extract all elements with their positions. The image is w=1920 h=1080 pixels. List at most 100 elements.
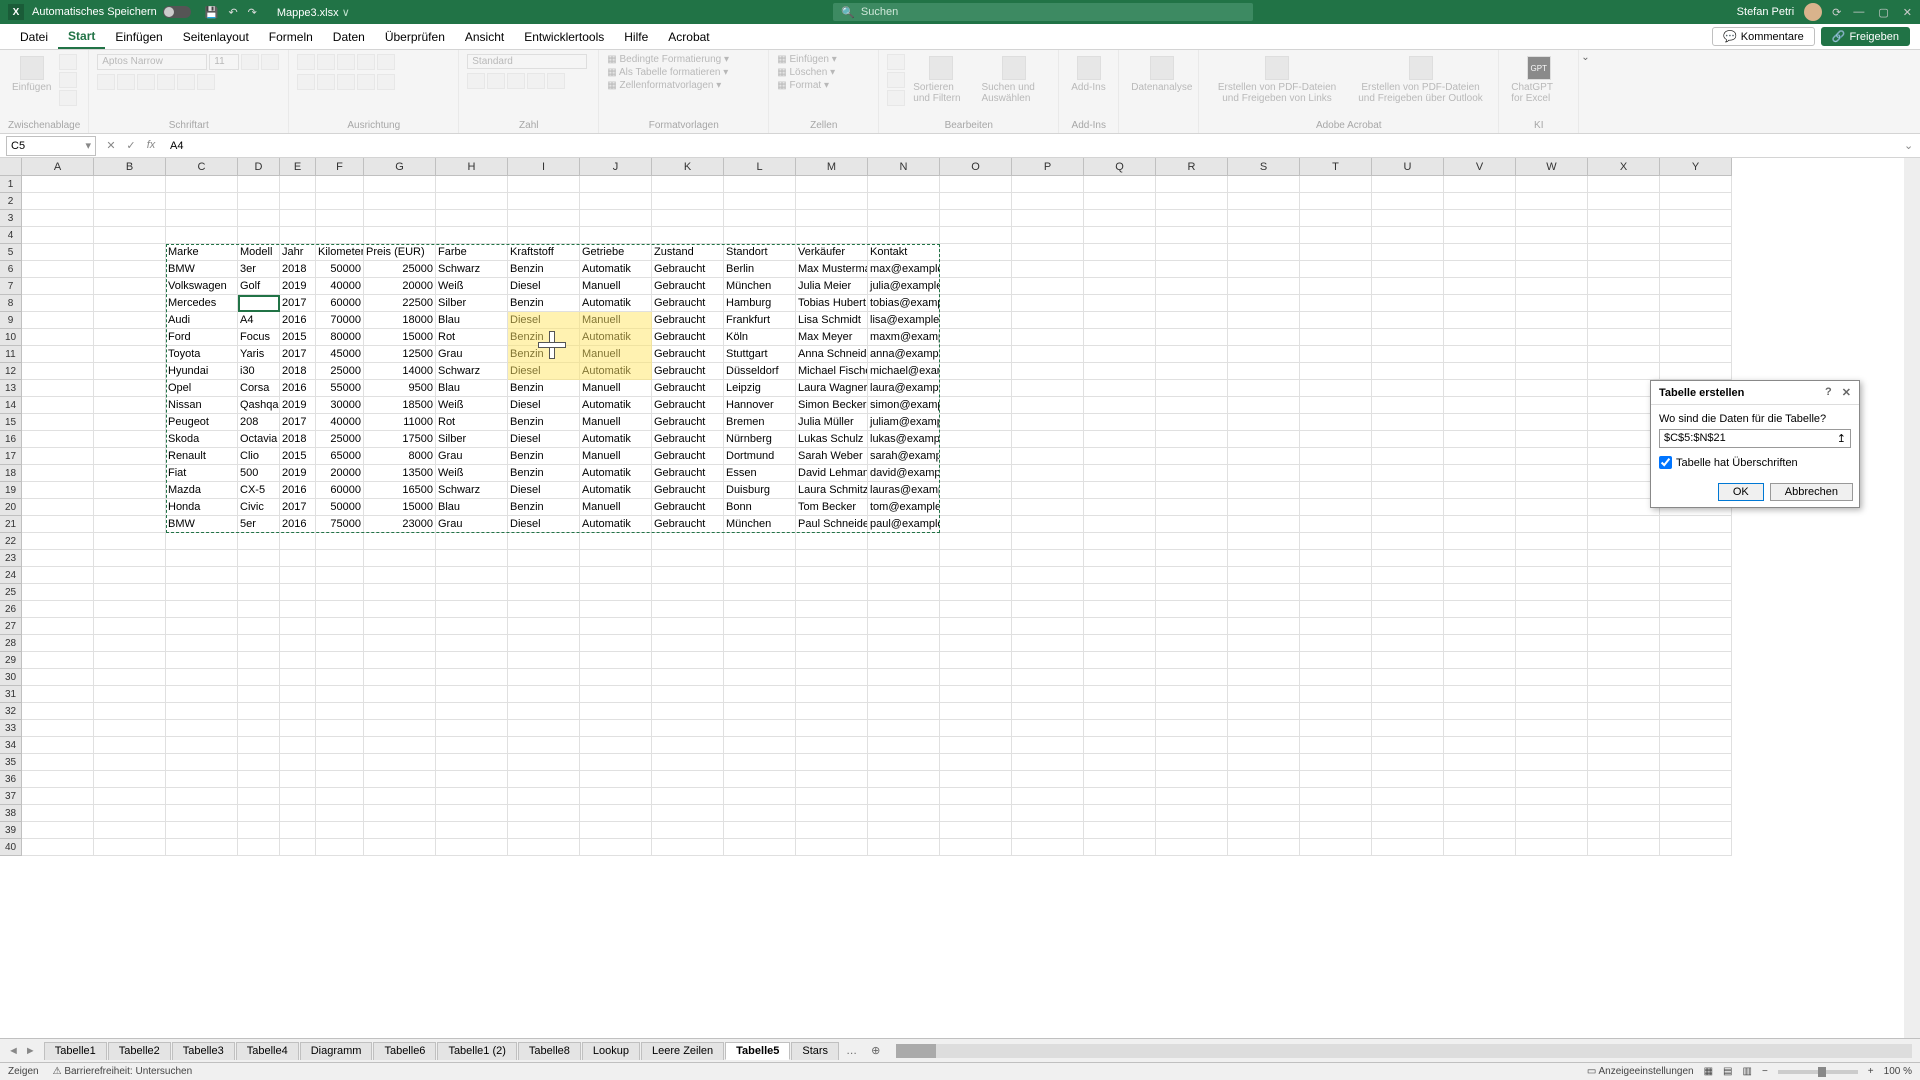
- ok-button[interactable]: OK: [1718, 483, 1764, 501]
- view-break-icon[interactable]: ▥: [1743, 1066, 1752, 1077]
- view-normal-icon[interactable]: ▦: [1704, 1066, 1713, 1077]
- pdf-outlook-button[interactable]: Erstellen von PDF-Dateien und Freigeben …: [1351, 54, 1491, 106]
- format-cells-button[interactable]: ▦ Format ▾: [777, 80, 829, 91]
- autosum-icon[interactable]: [887, 54, 905, 70]
- column-headers[interactable]: ABCDEFGHIJKLMNOPQRSTUVWXY: [22, 158, 1732, 176]
- row-header-8[interactable]: 8: [0, 295, 21, 312]
- sheet-nav-prev-icon[interactable]: ◄: [8, 1045, 19, 1057]
- fill-color-icon[interactable]: [177, 74, 195, 90]
- sheet-tab-leere-zeilen[interactable]: Leere Zeilen: [641, 1042, 724, 1060]
- ribbon-tab-formeln[interactable]: Formeln: [259, 24, 323, 49]
- dialog-titlebar[interactable]: Tabelle erstellen ? ✕: [1651, 381, 1859, 405]
- expand-formula-icon[interactable]: ⌄: [1904, 139, 1920, 152]
- headers-checkbox-input[interactable]: [1659, 456, 1672, 469]
- share-button[interactable]: 🔗 Freigeben: [1821, 27, 1910, 46]
- horizontal-scrollbar[interactable]: [896, 1044, 1912, 1058]
- row-header-3[interactable]: 3: [0, 210, 21, 227]
- clear-icon[interactable]: [887, 90, 905, 106]
- row-header-39[interactable]: 39: [0, 822, 21, 839]
- save-icon[interactable]: 💾: [205, 6, 219, 19]
- col-header-W[interactable]: W: [1516, 158, 1588, 175]
- conditional-formatting-button[interactable]: ▦ Bedingte Formatierung ▾: [607, 54, 729, 65]
- autosave-toggle[interactable]: Automatisches Speichern: [32, 6, 191, 18]
- row-header-30[interactable]: 30: [0, 669, 21, 686]
- font-size-select[interactable]: 11: [209, 54, 239, 70]
- row-header-35[interactable]: 35: [0, 754, 21, 771]
- col-header-X[interactable]: X: [1588, 158, 1660, 175]
- row-header-20[interactable]: 20: [0, 499, 21, 516]
- enter-formula-icon[interactable]: ✓: [124, 139, 138, 152]
- zoom-slider[interactable]: [1778, 1070, 1858, 1074]
- formula-input[interactable]: A4: [166, 140, 1904, 152]
- row-header-13[interactable]: 13: [0, 380, 21, 397]
- col-header-B[interactable]: B: [94, 158, 166, 175]
- sheet-tab-diagramm[interactable]: Diagramm: [300, 1042, 373, 1060]
- number-format-select[interactable]: Standard: [467, 54, 587, 69]
- maximize-icon[interactable]: ▢: [1878, 6, 1888, 19]
- row-header-31[interactable]: 31: [0, 686, 21, 703]
- paste-button[interactable]: Einfügen: [8, 54, 55, 95]
- increase-font-icon[interactable]: [241, 54, 259, 70]
- font-color-icon[interactable]: [197, 74, 215, 90]
- sheet-tab-tabelle8[interactable]: Tabelle8: [518, 1042, 581, 1060]
- row-header-17[interactable]: 17: [0, 448, 21, 465]
- range-input[interactable]: $C$5:$N$21 ↥: [1659, 429, 1851, 448]
- row-header-27[interactable]: 27: [0, 618, 21, 635]
- row-header-9[interactable]: 9: [0, 312, 21, 329]
- sync-icon[interactable]: ⟳: [1832, 6, 1841, 19]
- row-header-19[interactable]: 19: [0, 482, 21, 499]
- col-header-D[interactable]: D: [238, 158, 280, 175]
- col-header-H[interactable]: H: [436, 158, 508, 175]
- row-header-28[interactable]: 28: [0, 635, 21, 652]
- ribbon-tab-seitenlayout[interactable]: Seitenlayout: [173, 24, 259, 49]
- row-header-1[interactable]: 1: [0, 176, 21, 193]
- sheet-tab-tabelle4[interactable]: Tabelle4: [236, 1042, 299, 1060]
- format-as-table-button[interactable]: ▦ Als Tabelle formatieren ▾: [607, 67, 728, 78]
- col-header-E[interactable]: E: [280, 158, 316, 175]
- cancel-formula-icon[interactable]: ✕: [104, 139, 118, 152]
- sort-filter-button[interactable]: Sortieren und Filtern: [909, 54, 973, 106]
- col-header-K[interactable]: K: [652, 158, 724, 175]
- border-icon[interactable]: [157, 74, 175, 90]
- row-header-5[interactable]: 5: [0, 244, 21, 261]
- collapse-ribbon-icon[interactable]: ⌄: [1581, 52, 1599, 63]
- select-all-corner[interactable]: [0, 158, 22, 176]
- col-header-A[interactable]: A: [22, 158, 94, 175]
- undo-icon[interactable]: ↶: [228, 6, 237, 19]
- row-header-2[interactable]: 2: [0, 193, 21, 210]
- row-header-37[interactable]: 37: [0, 788, 21, 805]
- col-header-N[interactable]: N: [868, 158, 940, 175]
- sheet-tab-lookup[interactable]: Lookup: [582, 1042, 640, 1060]
- sheet-tab-tabelle3[interactable]: Tabelle3: [172, 1042, 235, 1060]
- italic-icon[interactable]: [117, 74, 135, 90]
- display-settings-button[interactable]: ▭ Anzeigeeinstellungen: [1587, 1066, 1694, 1077]
- avatar[interactable]: [1804, 3, 1822, 21]
- ribbon-tab-datei[interactable]: Datei: [10, 24, 58, 49]
- find-select-button[interactable]: Suchen und Auswählen: [977, 54, 1050, 106]
- cut-icon[interactable]: [59, 54, 77, 70]
- col-header-L[interactable]: L: [724, 158, 796, 175]
- row-header-15[interactable]: 15: [0, 414, 21, 431]
- col-header-U[interactable]: U: [1372, 158, 1444, 175]
- close-icon[interactable]: ✕: [1903, 6, 1912, 19]
- row-headers[interactable]: 1234567891011121314151617181920212223242…: [0, 176, 22, 856]
- col-header-V[interactable]: V: [1444, 158, 1516, 175]
- dialog-close-icon[interactable]: ✕: [1842, 386, 1851, 399]
- row-header-7[interactable]: 7: [0, 278, 21, 295]
- row-header-12[interactable]: 12: [0, 363, 21, 380]
- row-header-16[interactable]: 16: [0, 431, 21, 448]
- font-select[interactable]: Aptos Narrow: [97, 54, 207, 70]
- redo-icon[interactable]: ↷: [248, 6, 257, 19]
- sheet-tab-tabelle1-(2)[interactable]: Tabelle1 (2): [437, 1042, 516, 1060]
- sheet-more-icon[interactable]: …: [840, 1045, 863, 1057]
- sheet-nav-next-icon[interactable]: ►: [25, 1045, 36, 1057]
- filename[interactable]: Mappe3.xlsx ∨: [277, 6, 350, 19]
- col-header-O[interactable]: O: [940, 158, 1012, 175]
- pdf-link-button[interactable]: Erstellen von PDF-Dateien und Freigeben …: [1207, 54, 1347, 106]
- data-analysis-button[interactable]: Datenanalyse: [1127, 54, 1196, 95]
- ribbon-tab-ansicht[interactable]: Ansicht: [455, 24, 514, 49]
- sheet-tab-tabelle6[interactable]: Tabelle6: [373, 1042, 436, 1060]
- name-box[interactable]: C5▾: [6, 136, 96, 156]
- col-header-T[interactable]: T: [1300, 158, 1372, 175]
- row-header-22[interactable]: 22: [0, 533, 21, 550]
